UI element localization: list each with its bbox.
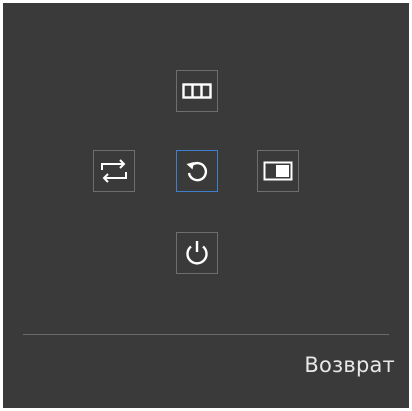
source-swap-icon	[101, 159, 127, 183]
divider	[23, 334, 389, 335]
power-button[interactable]	[176, 232, 218, 274]
osd-joystick-panel: Возврат	[3, 3, 409, 408]
picture-mode-icon	[263, 161, 293, 181]
menu-grid-icon	[182, 83, 212, 99]
return-icon	[186, 161, 208, 182]
return-button[interactable]	[176, 150, 218, 192]
power-icon	[186, 241, 208, 265]
function-caption: Возврат	[304, 353, 395, 377]
source-button[interactable]	[93, 150, 135, 192]
menu-button[interactable]	[176, 70, 218, 112]
picture-mode-button[interactable]	[257, 150, 299, 192]
